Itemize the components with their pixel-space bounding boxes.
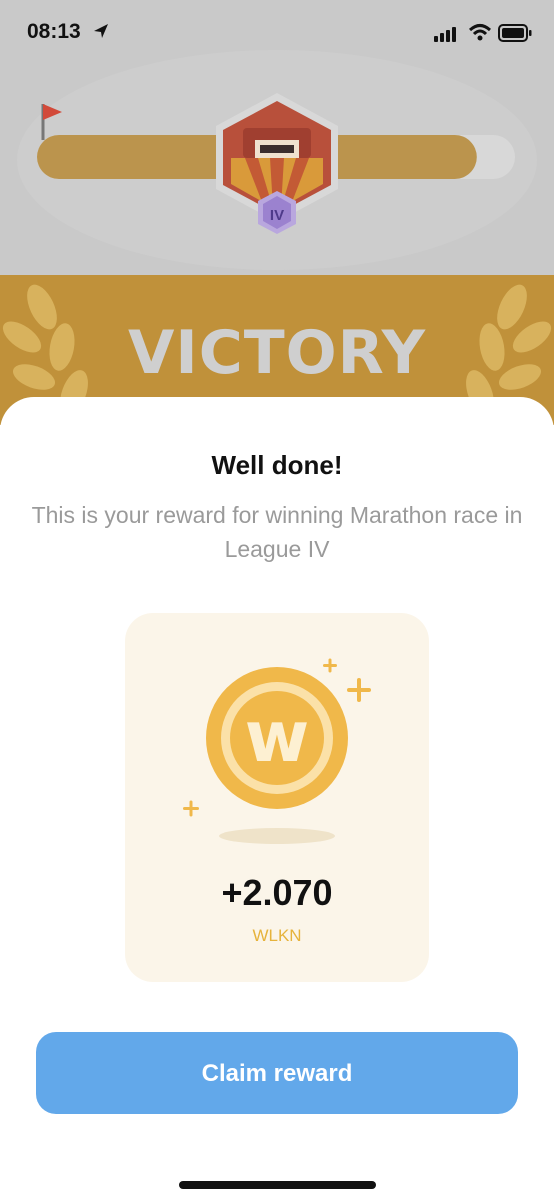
location-arrow-icon (94, 24, 108, 38)
wifi-icon (468, 24, 492, 41)
victory-title: VICTORY (127, 318, 427, 388)
league-badge-label: IV (270, 207, 284, 224)
reward-headline: Well done! (211, 450, 343, 480)
cellular-signal-icon (434, 27, 456, 42)
home-indicator[interactable] (179, 1181, 376, 1189)
battery-icon (498, 24, 532, 42)
reward-description: This is your reward for winning Marathon… (31, 502, 523, 562)
reward-amount: +2.070 (221, 872, 333, 913)
status-bar: 08:13 (0, 0, 554, 70)
reward-currency: WLKN (252, 926, 302, 945)
coin-letter: w (245, 696, 310, 778)
coin-icon: w (183, 658, 371, 844)
status-time: 08:13 (27, 20, 81, 43)
claim-reward-button[interactable]: Claim reward (36, 1032, 518, 1114)
